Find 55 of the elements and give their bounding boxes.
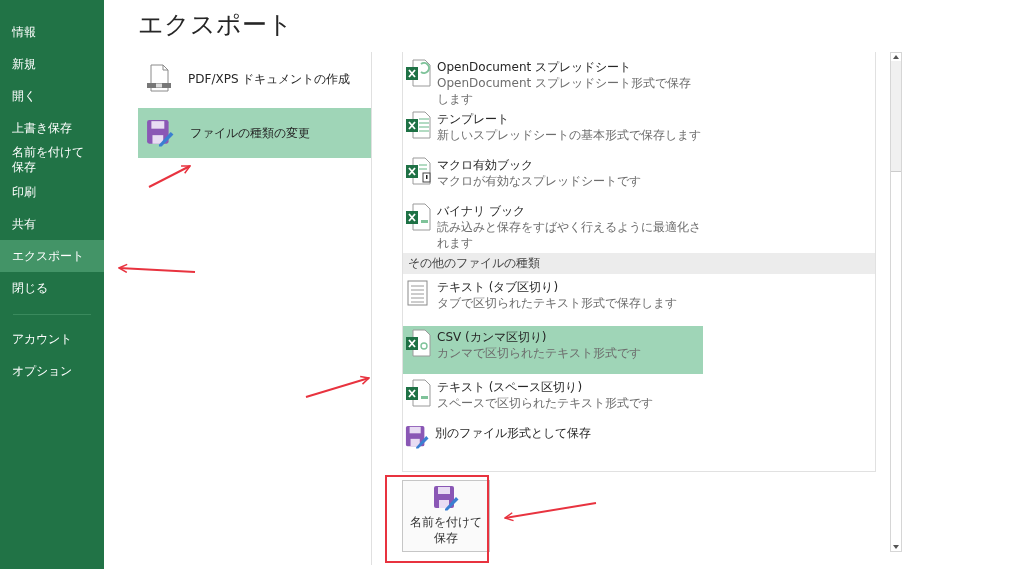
file-type-title: テキスト (タブ区切り) (437, 279, 560, 296)
export-option[interactable]: ファイルの種類の変更 (138, 108, 371, 158)
file-type-description: スペースで区切られたテキスト形式です (437, 395, 653, 412)
sidebar-item[interactable]: 閉じる (0, 272, 104, 304)
file-type-item[interactable]: 別のファイル形式として保存 (403, 422, 703, 469)
file-type-description: タブで区切られたテキスト形式で保存します (437, 295, 677, 312)
sidebar-item[interactable]: 上書き保存 (0, 112, 104, 144)
file-type-title: マクロ有効ブック (437, 156, 534, 173)
file-type-title: テンプレート (437, 110, 510, 127)
file-type-item[interactable]: テキスト (タブ区切り) タブで区切られたテキスト形式で保存します (403, 276, 703, 323)
sidebar-item[interactable]: アカウント (0, 323, 104, 355)
sidebar-item[interactable]: 新規 (0, 48, 104, 80)
file-type-item[interactable]: テキスト (スペース区切り) スペースで区切られたテキスト形式です (403, 376, 703, 423)
file-type-title: CSV (カンマ区切り) (437, 329, 548, 346)
file-type-description: カンマで区切られたテキスト形式です (437, 345, 641, 362)
file-type-title: OpenDocument スプレッドシート (437, 59, 633, 76)
file-type-item[interactable]: テンプレート 新しいスプレッドシートの基本形式で保存します (403, 107, 703, 154)
spreadsheet-icon (405, 329, 431, 358)
spreadsheet-icon (405, 379, 431, 408)
spreadsheet-icon (405, 202, 431, 231)
floppy-icon (405, 425, 429, 450)
file-type-description: OpenDocument スプレッドシート形式で保存します (437, 75, 693, 108)
sidebar-item[interactable]: エクスポート (0, 240, 104, 272)
spreadsheet-icon (405, 110, 431, 139)
annotation-arrow (148, 165, 191, 188)
sidebar-item[interactable]: 名前を付けて保存 (0, 144, 104, 176)
file-type-description: 新しいスプレッドシートの基本形式で保存します (437, 126, 701, 143)
spreadsheet-icon (405, 59, 431, 87)
section-header: その他のファイルの種類 (403, 253, 875, 275)
page-title: エクスポート (138, 9, 294, 41)
file-type-title: 別のファイル形式として保存 (435, 425, 591, 442)
floppy-icon (433, 485, 459, 512)
file-type-item[interactable]: OpenDocument スプレッドシート OpenDocument スプレッドシート形式で保存します (403, 56, 703, 108)
sidebar-item[interactable]: 共有 (0, 208, 104, 240)
sidebar-item[interactable]: オプション (0, 355, 104, 387)
floppy-icon (146, 119, 174, 147)
text-file-icon (405, 279, 431, 308)
scroll-thumb[interactable] (891, 61, 901, 171)
spreadsheet-icon (405, 156, 431, 185)
scroll-down-icon[interactable] (892, 543, 900, 551)
save-as-button[interactable]: 名前を付けて保存 (402, 480, 490, 552)
annotation-arrow (305, 375, 370, 398)
sidebar-item[interactable]: 開く (0, 80, 104, 112)
file-type-item[interactable]: バイナリ ブック 読み込みと保存をすばやく行えるように最適化されます (403, 199, 703, 252)
file-type-title: バイナリ ブック (437, 202, 526, 219)
file-type-item[interactable]: マクロ有効ブック マクロが有効なスプレッドシートです (403, 153, 703, 200)
file-type-description: 読み込みと保存をすばやく行えるように最適化されます (437, 218, 702, 252)
file-type-title: テキスト (スペース区切り) (437, 379, 584, 396)
export-option[interactable]: PDF/XPS ドキュメントの作成 (138, 54, 371, 104)
file-type-item[interactable]: CSV (カンマ区切り) カンマで区切られたテキスト形式です (403, 326, 703, 375)
document-icon (146, 64, 172, 94)
scrollbar[interactable] (890, 52, 902, 552)
sidebar-item[interactable]: 印刷 (0, 176, 104, 208)
file-type-description: マクロが有効なスプレッドシートです (437, 172, 641, 189)
sidebar-item[interactable]: 情報 (0, 16, 104, 48)
